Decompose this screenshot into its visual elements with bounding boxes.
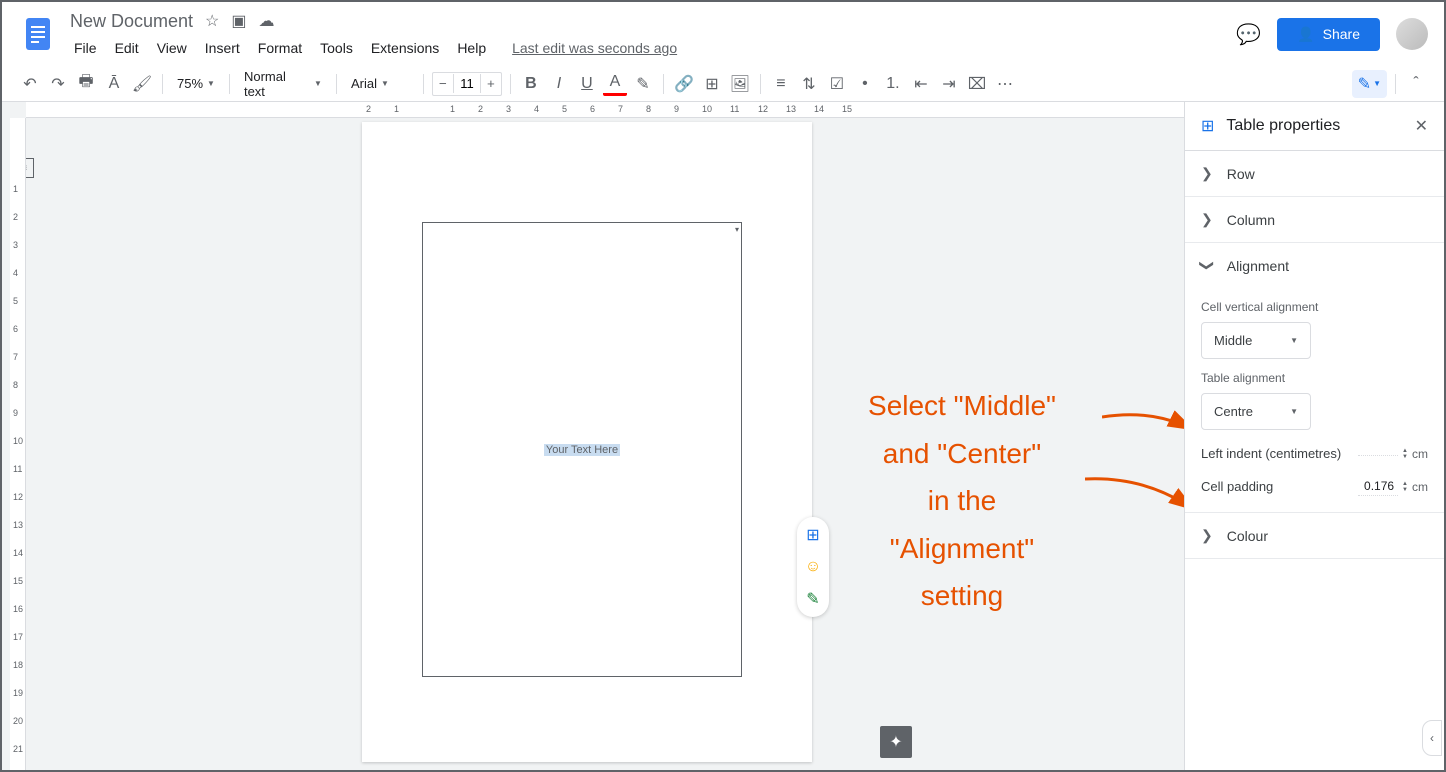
table-cell[interactable]: ▾ Your Text Here [422, 222, 742, 677]
bullet-list-icon[interactable]: • [853, 72, 877, 96]
menu-edit[interactable]: Edit [107, 36, 147, 60]
image-icon[interactable]: 🖼 [728, 72, 752, 96]
editor-area: 21123456789101112131415 1234567891011121… [2, 102, 1184, 770]
menu-help[interactable]: Help [449, 36, 494, 60]
person-icon: 👤 [1297, 26, 1314, 43]
text-color-icon[interactable]: A [603, 72, 627, 96]
share-label: Share [1323, 26, 1360, 42]
move-icon[interactable]: ▣ [231, 11, 246, 31]
collapse-sidebar-icon[interactable]: ˆ [1404, 72, 1428, 96]
vertical-ruler[interactable]: 12345678910111213141516171819202122 [10, 118, 26, 770]
spellcheck-icon[interactable]: Ā [102, 72, 126, 96]
font-size-value[interactable]: 11 [453, 74, 481, 93]
horizontal-ruler[interactable]: 21123456789101112131415 [26, 102, 1184, 118]
cell-padding-input[interactable]: 0.176 ▲▼ cm [1358, 477, 1428, 496]
cell-vertical-alignment-label: Cell vertical alignment [1201, 300, 1428, 314]
table-alignment-label: Table alignment [1201, 371, 1428, 385]
sidebar-title: Table properties [1226, 117, 1402, 135]
style-select[interactable]: Normal text▼ [238, 69, 328, 99]
annotation-arrow-2 [1085, 471, 1184, 521]
chevron-right-icon: ❯ [1201, 527, 1213, 544]
menu-view[interactable]: View [149, 36, 195, 60]
undo-icon[interactable]: ↶ [18, 72, 42, 96]
indent-increase-icon[interactable]: ⇥ [937, 72, 961, 96]
cloud-status-icon[interactable]: ☁ [259, 11, 275, 31]
pencil-icon: ✎ [1358, 74, 1371, 94]
app-header: New Document ☆ ▣ ☁ File Edit View Insert… [2, 2, 1444, 66]
main-area: 21123456789101112131415 1234567891011121… [2, 102, 1444, 770]
font-size-decrease[interactable]: − [433, 73, 453, 95]
menu-bar: File Edit View Insert Format Tools Exten… [66, 36, 1236, 60]
cell-vertical-alignment-select[interactable]: Middle▼ [1201, 322, 1311, 359]
left-indent-label: Left indent (centimetres) [1201, 446, 1341, 461]
left-indent-input: ▲▼ cm [1358, 447, 1428, 461]
line-spacing-icon[interactable]: ⇅ [797, 72, 821, 96]
paint-format-icon[interactable]: 🖌 [130, 72, 154, 96]
highlight-icon[interactable]: ✎ [631, 72, 655, 96]
docs-logo-icon[interactable] [18, 14, 58, 54]
toolbar: ↶ ↷ 🖶 Ā 🖌 75%▼ Normal text▼ Arial▼ − 11 … [2, 66, 1444, 102]
close-icon[interactable]: ✕ [1415, 116, 1428, 136]
bold-icon[interactable]: B [519, 72, 543, 96]
font-size-increase[interactable]: + [481, 73, 501, 95]
more-icon[interactable]: ⋯ [993, 72, 1017, 96]
last-edit-link[interactable]: Last edit was seconds ago [504, 36, 685, 60]
chevron-down-icon: ❯ [1198, 260, 1215, 272]
cell-content[interactable]: Your Text Here [544, 444, 620, 456]
chevron-right-icon: ❯ [1201, 211, 1213, 228]
section-column[interactable]: ❯ Column [1185, 197, 1444, 242]
explore-button[interactable]: ✦ [880, 726, 912, 758]
comment-add-icon[interactable]: ⊞ [700, 72, 724, 96]
redo-icon[interactable]: ↷ [46, 72, 70, 96]
font-select[interactable]: Arial▼ [345, 76, 415, 91]
annotation-arrow-1 [1102, 409, 1184, 439]
print-icon[interactable]: 🖶 [74, 72, 98, 96]
document-page[interactable]: ▾ Your Text Here [362, 122, 812, 762]
font-size-control: − 11 + [432, 72, 502, 96]
indent-decrease-icon[interactable]: ⇤ [909, 72, 933, 96]
document-title[interactable]: New Document [66, 9, 197, 34]
link-icon[interactable]: 🔗 [672, 72, 696, 96]
numbered-list-icon[interactable]: 1. [881, 72, 905, 96]
star-icon[interactable]: ☆ [205, 11, 219, 31]
cell-handle-icon[interactable]: ▾ [735, 225, 739, 234]
side-panel-toggle[interactable]: ‹ [1422, 720, 1442, 756]
underline-icon[interactable]: U [575, 72, 599, 96]
menu-tools[interactable]: Tools [312, 36, 361, 60]
user-avatar[interactable] [1396, 18, 1428, 50]
menu-file[interactable]: File [66, 36, 105, 60]
checklist-icon[interactable]: ☑ [825, 72, 849, 96]
table-icon: ⊞ [1201, 116, 1214, 136]
share-button[interactable]: 👤 Share [1277, 18, 1380, 51]
section-colour[interactable]: ❯ Colour [1185, 513, 1444, 558]
menu-format[interactable]: Format [250, 36, 310, 60]
align-icon[interactable]: ≡ [769, 72, 793, 96]
cell-padding-label: Cell padding [1201, 479, 1273, 494]
annotation-text: Select "Middle" and "Center" in the "Ali… [817, 382, 1107, 620]
zoom-select[interactable]: 75%▼ [171, 76, 221, 91]
table-properties-sidebar: ⊞ Table properties ✕ ❯ Row ❯ Column ❯ Al… [1184, 102, 1444, 770]
menu-extensions[interactable]: Extensions [363, 36, 447, 60]
menu-insert[interactable]: Insert [197, 36, 248, 60]
section-alignment[interactable]: ❯ Alignment [1185, 243, 1444, 288]
table-alignment-select[interactable]: Centre▼ [1201, 393, 1311, 430]
italic-icon[interactable]: I [547, 72, 571, 96]
chevron-right-icon: ❯ [1201, 165, 1213, 182]
editing-mode[interactable]: ✎ ▼ [1352, 70, 1387, 98]
comments-icon[interactable]: 💬 [1236, 22, 1261, 47]
section-row[interactable]: ❯ Row [1185, 151, 1444, 196]
clear-format-icon[interactable]: ⌧ [965, 72, 989, 96]
